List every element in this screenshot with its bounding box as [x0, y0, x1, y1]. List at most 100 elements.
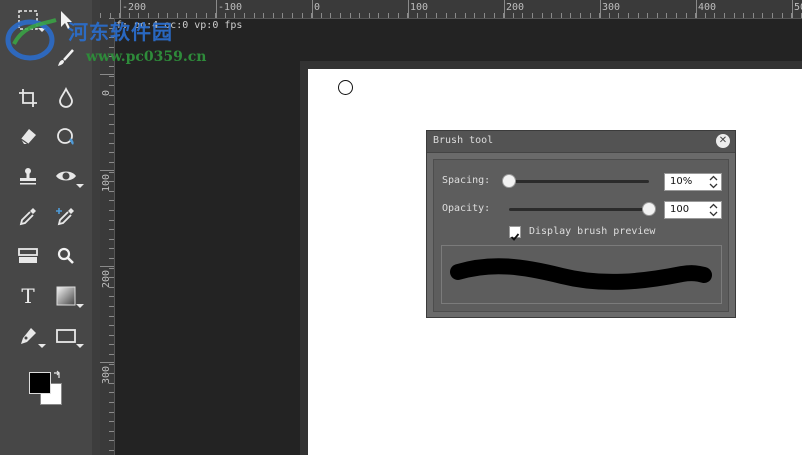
ruler-minor-tick — [109, 286, 114, 288]
ruler-minor-tick — [656, 13, 658, 18]
close-button[interactable]: ✕ — [716, 134, 730, 148]
ruler-minor-tick — [282, 13, 284, 18]
ruler-minor-tick — [512, 13, 514, 18]
ruler-minor-tick — [109, 200, 114, 202]
ruler-minor-tick — [618, 13, 620, 18]
spinner-arrows-icon[interactable] — [709, 203, 718, 217]
ruler-minor-tick — [724, 13, 725, 18]
paint-bucket-icon — [57, 128, 74, 145]
gradient-tool[interactable] — [48, 278, 84, 314]
ruler-minor-tick — [666, 13, 668, 18]
ruler-minor-tick — [599, 13, 601, 18]
ruler-label: 400 — [698, 2, 717, 13]
text-tool[interactable]: T — [10, 278, 46, 314]
ruler-minor-tick — [109, 315, 114, 317]
spacing-input[interactable]: 10% — [664, 173, 722, 191]
spacing-slider-knob[interactable] — [502, 174, 516, 188]
spacing-label: Spacing: — [442, 175, 491, 186]
ruler-minor-tick — [570, 13, 572, 18]
opacity-value: 100 — [670, 204, 690, 215]
spinner-arrows-icon[interactable] — [709, 175, 718, 189]
ruler-label: 300 — [101, 365, 112, 384]
ruler-minor-tick — [109, 296, 114, 298]
ruler-minor-tick — [109, 219, 114, 221]
ruler-label: 200 — [101, 269, 112, 288]
ruler-minor-tick — [109, 162, 114, 163]
blur-tool[interactable] — [48, 80, 84, 116]
gradient-submenu-indicator — [76, 304, 84, 308]
hand-tool[interactable] — [10, 238, 46, 274]
ruler-minor-tick — [109, 75, 114, 77]
magnifier-icon — [57, 247, 74, 264]
dialog-titlebar[interactable]: Brush tool ✕ — [427, 131, 735, 153]
opacity-slider-knob[interactable] — [642, 202, 656, 216]
ruler-minor-tick — [109, 325, 114, 327]
zoom-tool[interactable] — [48, 238, 84, 274]
ruler-minor-tick — [244, 13, 245, 18]
ruler-minor-tick — [176, 13, 178, 18]
ruler-minor-tick — [109, 171, 114, 173]
crop-tool[interactable] — [10, 80, 46, 116]
ruler-minor-tick — [234, 13, 236, 18]
ruler-minor-tick — [224, 13, 226, 18]
opacity-input[interactable]: 100 — [664, 201, 722, 219]
brush-preview-label: Display brush preview — [529, 226, 656, 237]
shape-submenu-indicator — [76, 344, 84, 348]
ruler-minor-tick — [522, 13, 524, 18]
eraser-tool[interactable] — [10, 118, 46, 154]
crop-icon — [19, 89, 37, 107]
ruler-minor-tick — [109, 258, 114, 259]
ruler-minor-tick — [109, 133, 114, 135]
ruler-minor-tick — [733, 13, 735, 18]
ruler-minor-tick — [464, 13, 466, 18]
ruler-minor-tick — [109, 421, 114, 423]
brush-preview — [441, 245, 722, 304]
ruler-minor-tick — [340, 13, 341, 18]
ruler-minor-tick — [445, 13, 447, 18]
foreground-color-swatch[interactable] — [29, 372, 51, 394]
ruler-minor-tick — [378, 13, 380, 18]
ruler-minor-tick — [109, 181, 114, 183]
watermark-site-name: 河东软件园 — [68, 20, 173, 44]
ruler-minor-tick — [109, 392, 114, 394]
fill-tool[interactable] — [48, 118, 84, 154]
stamp-icon — [20, 168, 36, 185]
ruler-minor-tick — [109, 354, 114, 355]
ruler-minor-tick — [608, 13, 610, 18]
ruler-minor-tick — [493, 13, 495, 18]
brush-preview-checkbox[interactable] — [509, 226, 521, 241]
close-icon: ✕ — [718, 135, 728, 146]
dialog-body: Spacing: 10% Opacity: 100 Display brush … — [433, 159, 729, 312]
ruler-minor-tick — [484, 13, 485, 18]
ruler-minor-tick — [109, 450, 114, 451]
ruler-minor-tick — [109, 66, 114, 67]
shape-tool[interactable] — [48, 318, 84, 354]
ruler-minor-tick — [330, 13, 332, 18]
ruler-minor-tick — [580, 13, 581, 18]
ruler-label: 100 — [410, 2, 429, 13]
ruler-minor-tick — [109, 114, 114, 115]
spacing-slider-track[interactable] — [509, 180, 649, 183]
color-picker-tool[interactable] — [10, 198, 46, 234]
ruler-minor-tick — [109, 402, 114, 403]
ruler-minor-tick — [474, 13, 476, 18]
ruler-minor-tick — [455, 13, 457, 18]
opacity-label: Opacity: — [442, 203, 491, 214]
redeye-tool[interactable] — [48, 158, 84, 194]
ruler-minor-tick — [109, 248, 114, 250]
opacity-slider-track[interactable] — [509, 208, 649, 211]
drop-icon — [59, 87, 73, 108]
ruler-minor-tick — [109, 190, 114, 192]
ruler-label: 300 — [602, 2, 621, 13]
ruler-minor-tick — [762, 13, 764, 18]
clone-stamp-tool[interactable] — [10, 158, 46, 194]
ruler-minor-tick — [772, 13, 773, 18]
ruler-minor-tick — [109, 238, 114, 240]
ruler-minor-tick — [695, 13, 697, 18]
ruler-minor-tick — [541, 13, 543, 18]
pen-tool[interactable] — [10, 318, 46, 354]
ruler-minor-tick — [359, 13, 361, 18]
swap-colors-icon[interactable] — [53, 370, 63, 380]
ruler-minor-tick — [743, 13, 745, 18]
color-replace-tool[interactable] — [48, 198, 84, 234]
